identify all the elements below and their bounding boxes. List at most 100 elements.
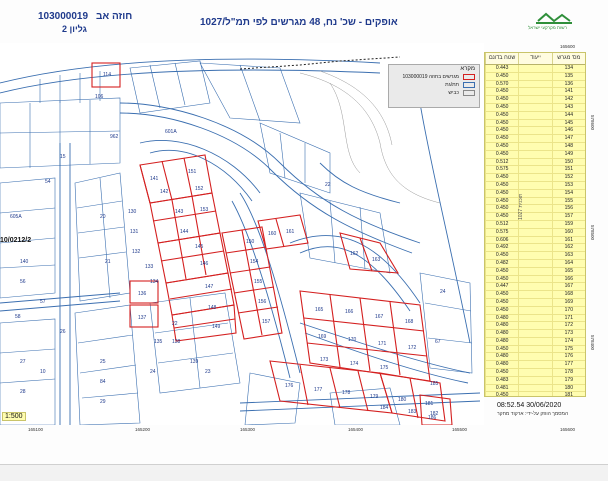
svg-text:162: 162 [350, 251, 359, 257]
table-cell [518, 150, 551, 158]
column-header: מס' מגרש [551, 53, 585, 64]
table-cell: 0.575 [485, 228, 518, 236]
svg-text:179: 179 [370, 394, 379, 400]
svg-text:149: 149 [212, 324, 221, 330]
table-row: 0.450 163 [485, 252, 585, 260]
svg-text:147: 147 [205, 284, 214, 290]
table-row: 0.450 146 [485, 127, 585, 136]
svg-text:67: 67 [435, 339, 441, 345]
svg-text:29: 29 [100, 399, 106, 405]
table-row: 0.512 150 [485, 158, 585, 167]
legend-item: תת/גת [389, 81, 479, 89]
coord-label: 165100 [28, 427, 44, 432]
svg-text:134: 134 [150, 279, 159, 285]
table-cell: 164 [551, 259, 585, 267]
legend-item: 103000019 מגרשים בחוזה [389, 73, 479, 81]
coord-label: 165400 [348, 427, 364, 432]
svg-text:605A: 605A [10, 214, 22, 220]
table-cell: 0.450 [485, 306, 518, 314]
table-cell: 0.512 [485, 220, 518, 228]
table-cell [518, 142, 551, 150]
table-row: 0.450 153 [485, 181, 585, 190]
table-cell: 0.450 [485, 369, 518, 376]
page-title: אופקים - שכ' נח, 48 מגרשים לפי תמ"ל/1027 [200, 17, 398, 28]
table-cell [518, 337, 551, 345]
table-cell: 177 [551, 361, 585, 369]
table-cell [518, 376, 551, 384]
table-cell: 0.450 [485, 213, 518, 220]
table-cell: 156 [551, 205, 585, 213]
svg-text:171: 171 [378, 341, 387, 347]
table-row: 0.450 141 [485, 88, 585, 97]
table-cell [518, 361, 551, 369]
table-cell: 170 [551, 306, 585, 314]
svg-text:183: 183 [408, 409, 417, 415]
table-cell: 171 [551, 314, 585, 322]
svg-text:24: 24 [440, 289, 446, 295]
svg-text:141: 141 [150, 176, 159, 182]
table-row: 0.443 134 [485, 65, 585, 73]
table-row: 0.570 136 [485, 80, 585, 89]
svg-text:146: 146 [200, 261, 209, 267]
table-row: 0.483 179 [485, 376, 585, 385]
table-row: 0.447 167 [485, 283, 585, 292]
table-row: 0.450 142 [485, 96, 585, 104]
svg-text:167: 167 [375, 314, 384, 320]
table-cell [518, 244, 551, 252]
table-cell: 0.450 [485, 275, 518, 283]
svg-text:144: 144 [180, 229, 189, 235]
table-cell [518, 369, 551, 376]
table-row: 0.450 154 [485, 189, 585, 198]
table-row: 0.450 144 [485, 111, 585, 120]
table-cell: 0.480 [485, 361, 518, 369]
table-cell: 0.450 [485, 103, 518, 111]
table-cell [518, 259, 551, 267]
legend-item: כביש [389, 89, 479, 97]
table-cell [518, 275, 551, 283]
svg-text:166: 166 [345, 309, 354, 315]
coord-label: 578500 [590, 224, 596, 241]
svg-text:15: 15 [60, 154, 66, 160]
table-cell: 176 [551, 353, 585, 361]
table-cell [518, 291, 551, 298]
table-cell: 135 [551, 72, 585, 80]
table-row: 0.575 160 [485, 228, 585, 237]
table-cell: 0.450 [485, 150, 518, 158]
svg-text:28: 28 [20, 389, 26, 395]
table-cell: 0.450 [485, 96, 518, 103]
logo-text: רשות מקרקעי ישראל [528, 25, 567, 30]
svg-text:138: 138 [172, 339, 181, 345]
svg-text:27: 27 [20, 359, 26, 365]
table-cell: 0.450 [485, 142, 518, 150]
svg-text:131: 131 [130, 229, 139, 235]
svg-text:25: 25 [100, 359, 106, 365]
svg-text:173: 173 [320, 357, 329, 363]
parcel-table: שטח בדונם ייעוד מס' מגרש 0.443 134 0.450 13… [484, 52, 586, 397]
table-side-label: תוכנית 1027 [518, 193, 524, 221]
table-cell [518, 181, 551, 189]
timestamp: 08:52.54 30/06/2020 [497, 402, 562, 409]
scale-label: 1:500 [2, 412, 26, 421]
svg-text:58: 58 [15, 314, 21, 320]
table-cell: 0.450 [485, 135, 518, 142]
table-cell [518, 65, 551, 72]
table-cell [518, 111, 551, 119]
svg-text:168: 168 [405, 319, 414, 325]
legend-title: מקרא [460, 66, 475, 72]
table-cell [518, 267, 551, 275]
table-row: 0.480 171 [485, 314, 585, 323]
svg-text:180: 180 [398, 397, 407, 403]
table-cell: 153 [551, 181, 585, 189]
table-row: 0.480 177 [485, 361, 585, 370]
legend-label: 103000019 מגרשים בחוזה [402, 74, 459, 80]
table-row: 0.450 157 [485, 213, 585, 221]
table-cell: 0.512 [485, 158, 518, 166]
table-cell: 0.450 [485, 205, 518, 213]
coord-label: 165600 [560, 427, 576, 432]
svg-text:24: 24 [150, 369, 156, 375]
table-cell: 150 [551, 158, 585, 166]
svg-text:156: 156 [258, 299, 267, 305]
sheet-label: גליון 2 [62, 24, 87, 34]
table-row: 0.492 162 [485, 244, 585, 253]
table-header: שטח בדונם ייעוד מס' מגרש [485, 53, 585, 65]
